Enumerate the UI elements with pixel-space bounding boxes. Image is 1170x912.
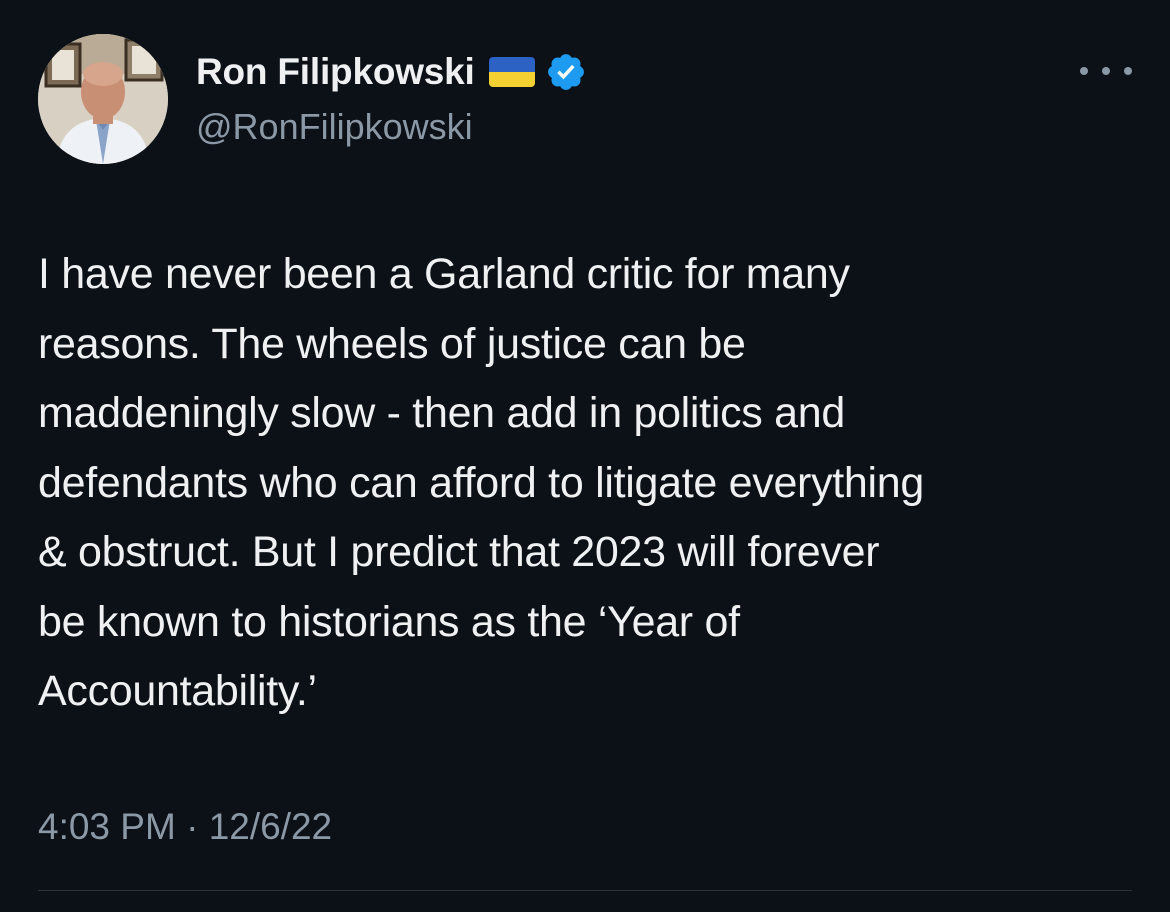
- tweet-date: 12/6/22: [208, 806, 333, 847]
- author-display-name[interactable]: Ron Filipkowski: [196, 51, 475, 93]
- avatar[interactable]: [38, 34, 168, 164]
- tweet-text: I have never been a Garland critic for m…: [38, 250, 925, 715]
- timestamp-separator: ·: [186, 806, 199, 847]
- tweet-card: Ron Filipkowski @RonFilipkowski I have n…: [0, 0, 1170, 912]
- more-dot: [1124, 67, 1132, 75]
- more-dot: [1080, 67, 1088, 75]
- more-dot: [1102, 67, 1110, 75]
- divider: [38, 890, 1132, 891]
- tweet-timestamp[interactable]: 4:03 PM · 12/6/22: [38, 806, 332, 848]
- tweet-time: 4:03 PM: [38, 806, 176, 847]
- verified-badge-icon[interactable]: [545, 51, 587, 93]
- author-handle[interactable]: @RonFilipkowski: [196, 106, 473, 148]
- avatar-photo: [38, 34, 168, 164]
- ukraine-flag-icon: [488, 57, 535, 87]
- more-options-icon[interactable]: [1080, 58, 1132, 84]
- author-name-row: Ron Filipkowski: [196, 46, 587, 98]
